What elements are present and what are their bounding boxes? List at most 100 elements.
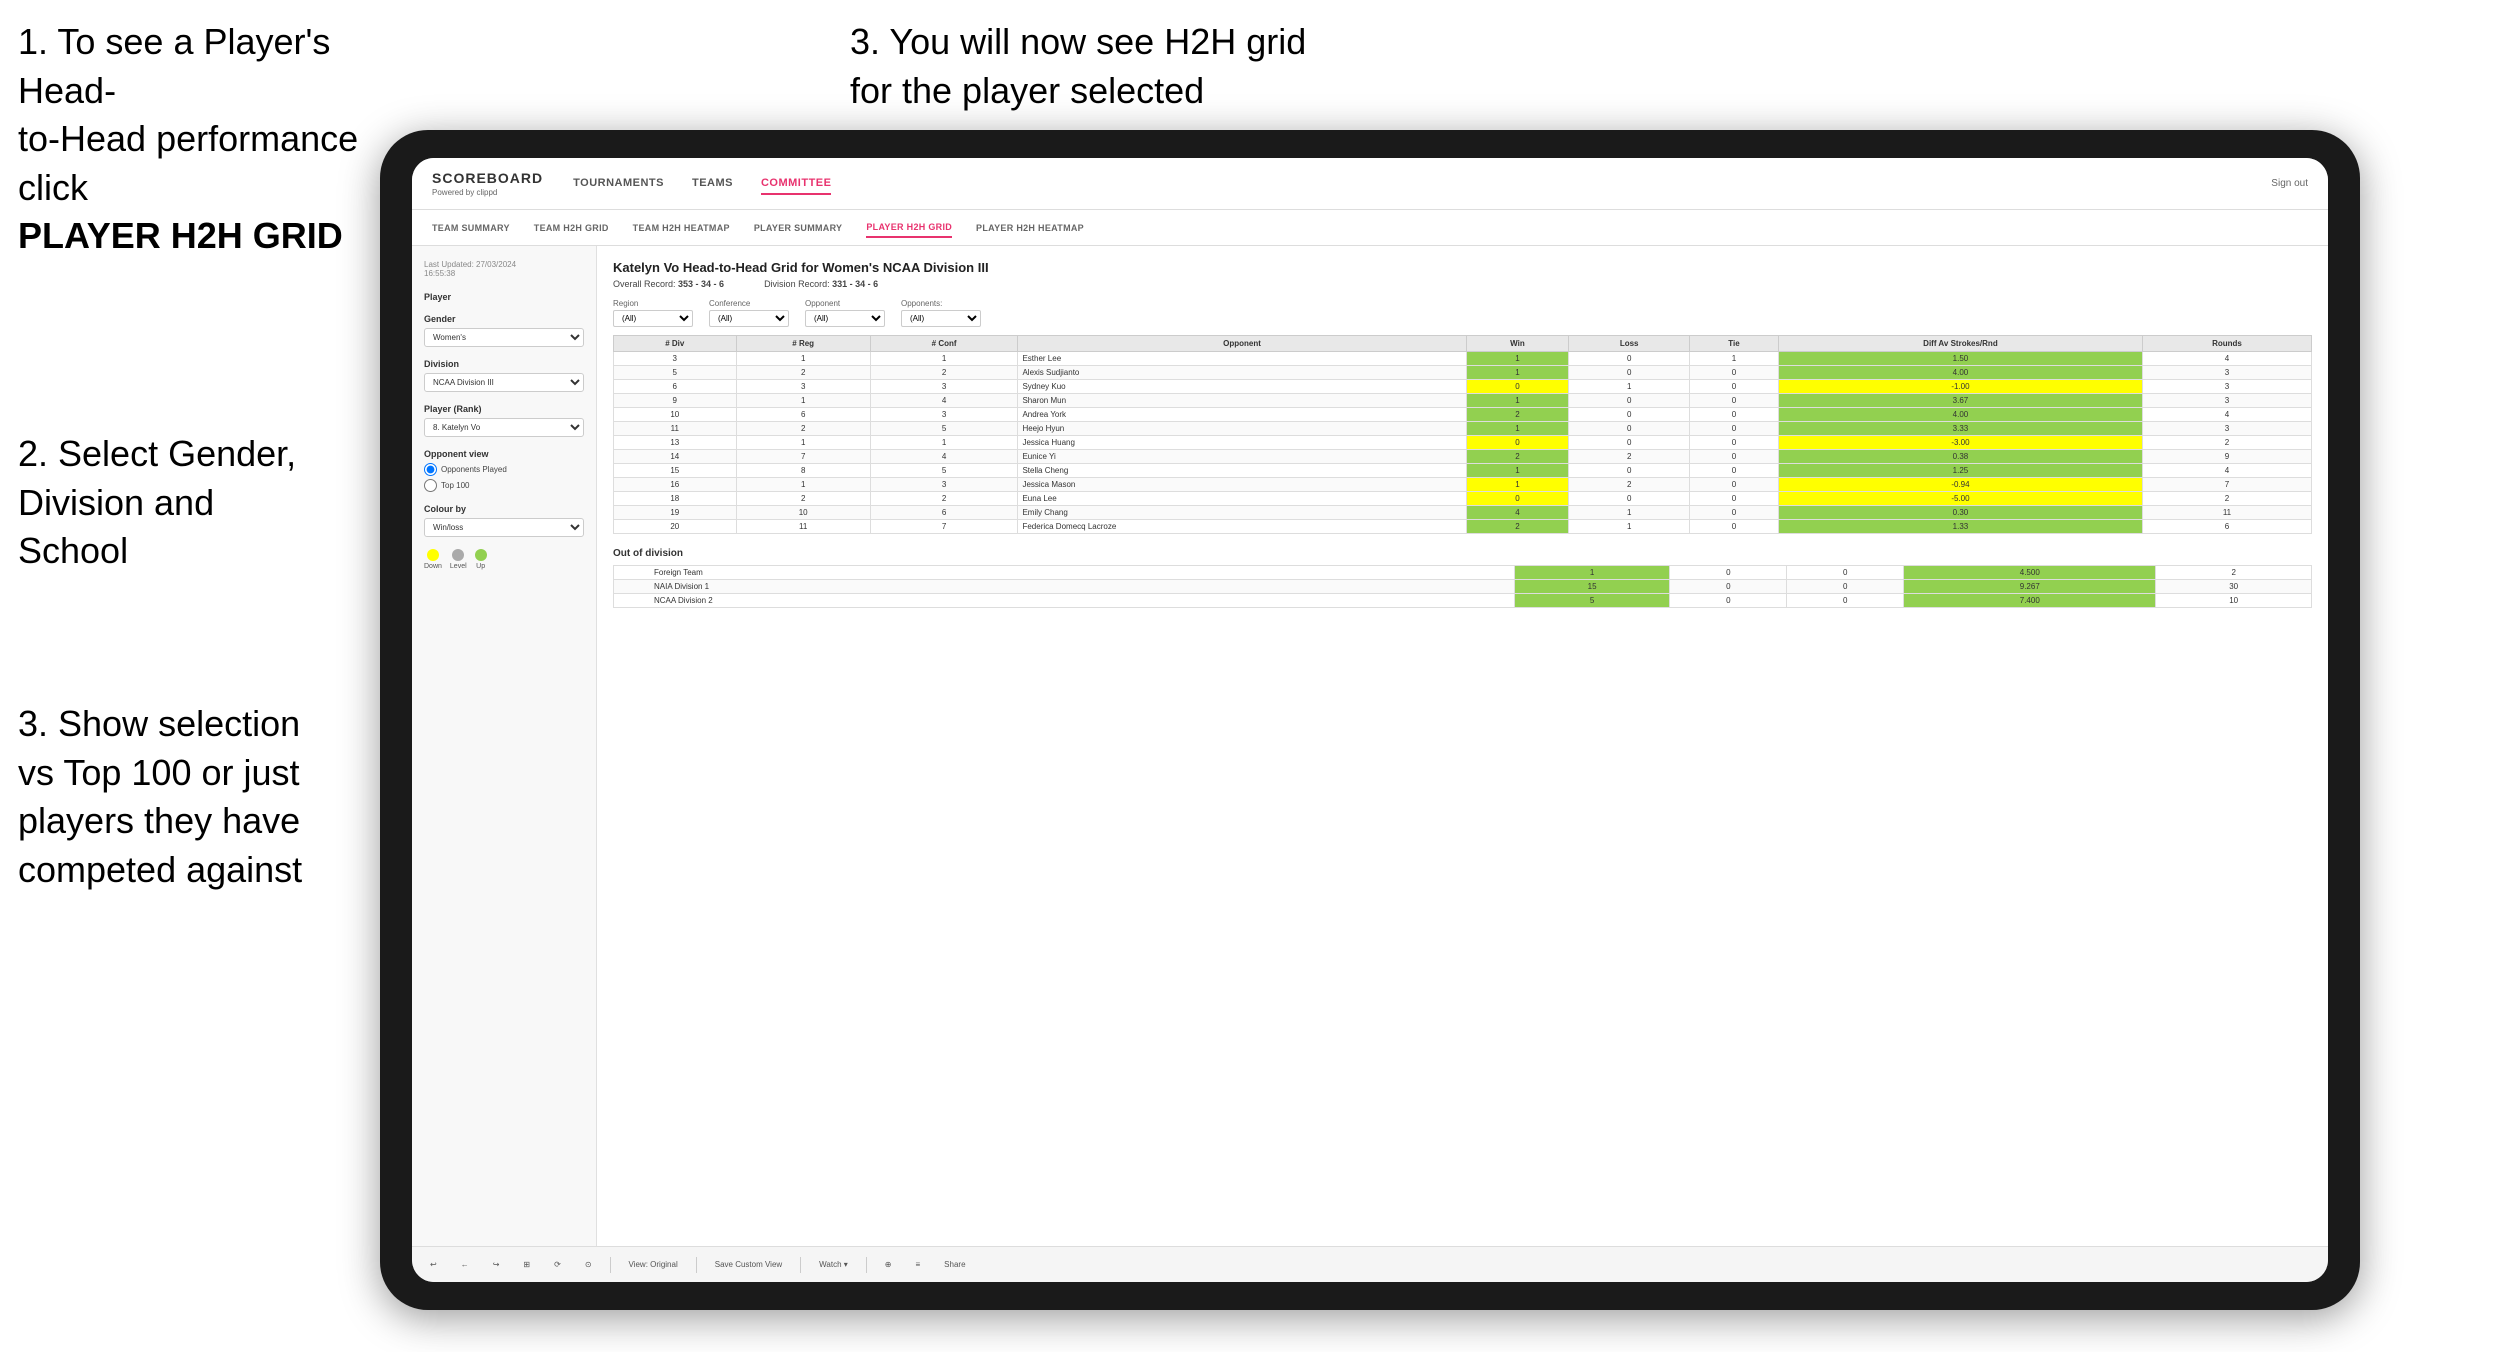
sidebar-colour-by-select[interactable]: Win/loss: [424, 518, 584, 537]
bottom-toolbar: ↩ ← ↪ ⊞ ⟳ ⊙ View: Original Save Custom V…: [412, 1246, 2328, 1282]
cell-loss: 0: [1569, 366, 1690, 380]
th-tie: Tie: [1689, 336, 1778, 352]
filter-region-select[interactable]: (All): [613, 310, 693, 327]
panel-records: Overall Record: 353 - 34 - 6 Division Re…: [613, 279, 2312, 289]
toolbar-watch[interactable]: Watch ▾: [813, 1258, 854, 1271]
sidebar-timestamp: Last Updated: 27/03/202416:55:38: [424, 260, 584, 278]
th-win: Win: [1466, 336, 1569, 352]
legend-down-dot: [427, 549, 439, 561]
th-rounds: Rounds: [2142, 336, 2311, 352]
cell-opponent: Eunice Yi: [1018, 450, 1466, 464]
sidebar-gender-section: Gender Women's: [424, 314, 584, 347]
filter-opponents-select[interactable]: (All): [901, 310, 981, 327]
cell-conf: 7: [870, 520, 1018, 534]
th-conf: # Conf: [870, 336, 1018, 352]
toolbar-share[interactable]: Share: [938, 1258, 971, 1271]
nav-item-committee[interactable]: COMMITTEE: [761, 173, 832, 195]
sidebar-gender-label: Gender: [424, 314, 584, 324]
cell-tie: 0: [1689, 366, 1778, 380]
cell-diff: 0.38: [1778, 450, 2142, 464]
legend-up-label: Up: [476, 563, 485, 570]
cell-conf: 3: [870, 408, 1018, 422]
ood-tie: 0: [1787, 580, 1904, 594]
filter-conference-select[interactable]: (All): [709, 310, 789, 327]
filter-opponent-select[interactable]: (All): [805, 310, 885, 327]
toolbar-back[interactable]: ←: [455, 1258, 475, 1271]
sidebar-division-section: Division NCAA Division III: [424, 359, 584, 392]
cell-diff: 3.33: [1778, 422, 2142, 436]
cell-div: 10: [614, 408, 737, 422]
cell-tie: 0: [1689, 492, 1778, 506]
toolbar-grid[interactable]: ⊞: [517, 1258, 536, 1271]
toolbar-divider-1: [610, 1257, 611, 1273]
toolbar-save-custom[interactable]: Save Custom View: [709, 1258, 788, 1271]
overall-record: Overall Record: 353 - 34 - 6: [613, 279, 724, 289]
cell-div: 13: [614, 436, 737, 450]
cell-tie: 0: [1689, 408, 1778, 422]
cell-diff: -0.94: [1778, 478, 2142, 492]
toolbar-refresh[interactable]: ⟳: [548, 1258, 567, 1271]
cell-div: 15: [614, 464, 737, 478]
instructions-mid-left: 2. Select Gender,Division andSchool: [18, 430, 296, 576]
table-row: 10 6 3 Andrea York 2 0 0 4.00 4: [614, 408, 2312, 422]
ood-win: 1: [1514, 566, 1670, 580]
sidebar-colour-by-label: Colour by: [424, 504, 584, 514]
logo-text: SCOREBOARD: [432, 170, 543, 186]
instruction-1-line2: to-Head performance click: [18, 118, 358, 208]
sign-out-link[interactable]: Sign out: [2271, 178, 2308, 189]
h2h-table: # Div # Reg # Conf Opponent Win Loss Tie…: [613, 335, 2312, 534]
sidebar-division-select[interactable]: NCAA Division III: [424, 373, 584, 392]
cell-opponent: Emily Chang: [1018, 506, 1466, 520]
table-row: 6 3 3 Sydney Kuo 0 1 0 -1.00 3: [614, 380, 2312, 394]
toolbar-redo[interactable]: ↪: [487, 1258, 506, 1271]
cell-diff: -3.00: [1778, 436, 2142, 450]
cell-conf: 2: [870, 366, 1018, 380]
cell-reg: 3: [736, 380, 870, 394]
toolbar-menu[interactable]: ≡: [910, 1258, 927, 1271]
toolbar-add[interactable]: ⊕: [879, 1258, 898, 1271]
cell-diff: 4.00: [1778, 408, 2142, 422]
sub-nav-player-h2h-grid[interactable]: PLAYER H2H GRID: [866, 218, 952, 238]
cell-opponent: Federica Domecq Lacroze: [1018, 520, 1466, 534]
cell-loss: 2: [1569, 450, 1690, 464]
radio-opponents-played[interactable]: Opponents Played: [424, 463, 584, 476]
radio-top100[interactable]: Top 100: [424, 479, 584, 492]
nav-item-tournaments[interactable]: TOURNAMENTS: [573, 173, 664, 195]
table-row: 13 1 1 Jessica Huang 0 0 0 -3.00 2: [614, 436, 2312, 450]
th-loss: Loss: [1569, 336, 1690, 352]
ood-diff: 9.267: [1904, 580, 2156, 594]
filter-opponents-label-group: Opponents: (All): [901, 299, 981, 327]
sub-nav-player-summary[interactable]: PLAYER SUMMARY: [754, 219, 843, 237]
cell-rounds: 7: [2142, 478, 2311, 492]
cell-win: 1: [1466, 422, 1569, 436]
toolbar-view-original[interactable]: View: Original: [623, 1258, 684, 1271]
ood-diff: 4.500: [1904, 566, 2156, 580]
table-row: 16 1 3 Jessica Mason 1 2 0 -0.94 7: [614, 478, 2312, 492]
cell-diff: -1.00: [1778, 380, 2142, 394]
cell-loss: 0: [1569, 422, 1690, 436]
sub-nav-team-h2h-grid[interactable]: TEAM H2H GRID: [534, 219, 609, 237]
sidebar-player-rank-select[interactable]: 8. Katelyn Vo: [424, 418, 584, 437]
cell-conf: 3: [870, 478, 1018, 492]
cell-loss: 0: [1569, 436, 1690, 450]
sub-nav-team-h2h-heatmap[interactable]: TEAM H2H HEATMAP: [633, 219, 730, 237]
cell-opponent: Alexis Sudjianto: [1018, 366, 1466, 380]
cell-conf: 2: [870, 492, 1018, 506]
instruction-1-line1: 1. To see a Player's Head-: [18, 21, 330, 111]
sub-nav-team-summary[interactable]: TEAM SUMMARY: [432, 219, 510, 237]
cell-loss: 1: [1569, 380, 1690, 394]
toolbar-undo[interactable]: ↩: [424, 1258, 443, 1271]
out-of-division-table: Foreign Team 1 0 0 4.500 2 NAIA Division…: [613, 565, 2312, 608]
th-div: # Div: [614, 336, 737, 352]
sidebar-gender-select[interactable]: Women's: [424, 328, 584, 347]
sub-nav-player-h2h-heatmap[interactable]: PLAYER H2H HEATMAP: [976, 219, 1084, 237]
cell-div: 14: [614, 450, 737, 464]
cell-rounds: 4: [2142, 408, 2311, 422]
cell-win: 2: [1466, 450, 1569, 464]
cell-diff: 1.50: [1778, 352, 2142, 366]
cell-win: 0: [1466, 380, 1569, 394]
nav-bar: SCOREBOARD Powered by clippd TOURNAMENTS…: [412, 158, 2328, 210]
toolbar-target[interactable]: ⊙: [579, 1258, 598, 1271]
nav-item-teams[interactable]: TEAMS: [692, 173, 733, 195]
cell-reg: 10: [736, 506, 870, 520]
